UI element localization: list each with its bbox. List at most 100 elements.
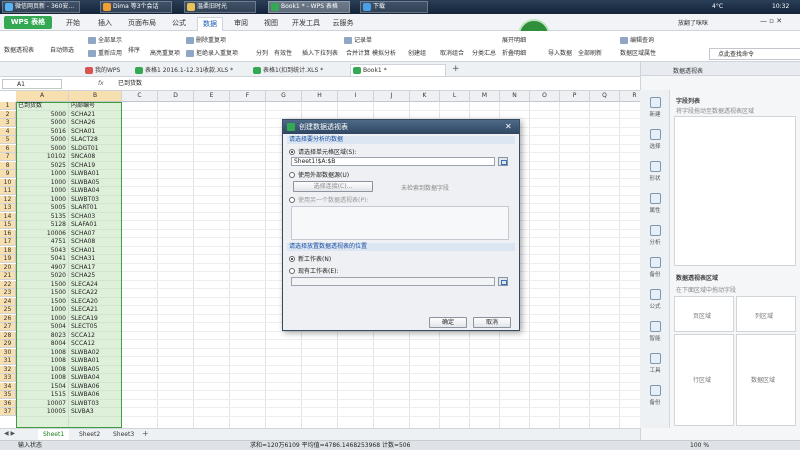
column-header[interactable]: N [500, 91, 530, 102]
cell-b[interactable]: SLWBA04 [71, 374, 121, 382]
row-header[interactable]: 34 [0, 382, 16, 391]
import-data-button[interactable]: 导入数据 [548, 48, 572, 57]
cancel-button[interactable]: 取消 [473, 317, 511, 328]
cell-b[interactable]: SLECA24 [71, 281, 121, 289]
user-name[interactable]: 放翻了咪咪 [678, 18, 708, 27]
row-header[interactable]: 15 [0, 221, 16, 229]
cell-b[interactable]: SCCA12 [71, 340, 121, 348]
text-to-columns-button[interactable]: 分列 [256, 48, 268, 57]
window-controls-icon[interactable]: — ▫ ✕ [760, 17, 782, 25]
field-list-box[interactable] [674, 116, 796, 266]
column-header[interactable]: I [338, 91, 374, 102]
column-header[interactable]: M [470, 91, 500, 102]
sidebar-tool-6[interactable]: 公式 [642, 286, 668, 316]
cell-a[interactable]: 1500 [18, 289, 66, 297]
sheet-tab-2[interactable]: Sheet2 [74, 429, 105, 440]
row-header[interactable]: 4 [0, 127, 16, 136]
sidebar-tool-8[interactable]: 工具 [642, 350, 668, 380]
tab-cloud[interactable]: 云服务 [328, 17, 358, 31]
row-header[interactable]: 11 [0, 187, 16, 195]
what-if-button[interactable]: 模拟分析 [372, 48, 396, 57]
cell-b[interactable]: 内部编号 [71, 102, 121, 110]
sheet-tab-3[interactable]: Sheet3 [108, 429, 139, 440]
cell-b[interactable]: SCCA12 [71, 332, 121, 340]
add-sheet-icon[interactable]: + [142, 429, 149, 438]
cell-b[interactable]: SLECT05 [71, 323, 121, 331]
cell-a[interactable]: 1000 [18, 179, 66, 187]
tab-formulas[interactable]: 公式 [166, 17, 192, 31]
sidebar-tool-7[interactable]: 智能 [642, 318, 668, 348]
cell-a[interactable]: 1000 [18, 315, 66, 323]
column-area[interactable]: 列区域 [736, 296, 796, 332]
column-header[interactable]: F [230, 91, 266, 102]
cell-a[interactable]: 5000 [18, 136, 66, 144]
column-header[interactable]: O [530, 91, 560, 102]
auto-filter-button[interactable]: 自动筛选 [50, 45, 74, 54]
radio-cell-range[interactable]: 请选择单元格区域(S): [289, 147, 357, 156]
column-header[interactable]: B [69, 91, 122, 102]
name-box[interactable]: A1 [2, 79, 62, 89]
cell-a[interactable]: 已到货数 [18, 102, 68, 110]
cell-a[interactable]: 5041 [18, 255, 66, 263]
cell-b[interactable]: SCHA01 [71, 247, 121, 255]
choose-connection-button[interactable]: 选择连接(C)... [293, 181, 373, 192]
row-header[interactable]: 20 [0, 263, 16, 272]
row-header[interactable]: 26 [0, 314, 16, 323]
sidebar-tool-5[interactable]: 备份 [642, 254, 668, 284]
row-header[interactable]: 29 [0, 340, 16, 348]
cell-b[interactable]: SNCA08 [71, 153, 121, 161]
reapply-button[interactable]: 重新应用 [88, 48, 122, 57]
cell-b[interactable]: SLWBA06 [71, 383, 121, 391]
cell-b[interactable]: SLWBA06 [71, 391, 121, 399]
doctab-book1[interactable]: Book1 * [350, 64, 446, 77]
cell-a[interactable]: 5000 [18, 119, 66, 127]
sidebar-tool-4[interactable]: 分析 [642, 222, 668, 252]
cell-a[interactable]: 8004 [18, 340, 66, 348]
column-header[interactable]: H [302, 91, 338, 102]
cell-b[interactable]: SLVBA3 [71, 408, 121, 416]
tab-developer[interactable]: 开发工具 [288, 17, 324, 31]
row-header[interactable]: 18 [0, 246, 16, 255]
show-all-button[interactable]: 全部显示 [88, 35, 122, 44]
cell-a[interactable]: 5135 [18, 213, 66, 221]
tab-data[interactable]: 数据 [197, 17, 223, 31]
range-input[interactable]: Sheet1!$A:$B [291, 157, 495, 166]
cell-b[interactable]: SCHA25 [71, 272, 121, 280]
cell-a[interactable]: 1000 [18, 306, 66, 314]
collapse-detail-button[interactable]: 折叠明细 [502, 48, 526, 57]
row-header[interactable]: 12 [0, 195, 16, 204]
row-header[interactable]: 37 [0, 408, 16, 416]
column-header[interactable]: P [560, 91, 590, 102]
cell-b[interactable]: SLACT28 [71, 136, 121, 144]
cell-b[interactable]: SLWBA01 [71, 170, 121, 178]
cell-a[interactable]: 1504 [18, 383, 66, 391]
column-header[interactable]: G [266, 91, 302, 102]
column-header[interactable]: A [16, 91, 69, 102]
row-header[interactable]: 7 [0, 153, 16, 161]
cell-a[interactable]: 1000 [18, 170, 66, 178]
reject-duplicates-button[interactable]: 拒绝录入重复项 [186, 48, 238, 57]
sidebar-tool-2[interactable]: 形状 [642, 158, 668, 188]
tab-insert[interactable]: 插入 [92, 17, 118, 31]
cell-b[interactable]: SLWBA04 [71, 187, 121, 195]
cell-b[interactable]: SLECA20 [71, 298, 121, 306]
insert-dropdown-button[interactable]: 插入下拉列表 [302, 48, 338, 57]
cell-b[interactable]: SCHA17 [71, 264, 121, 272]
cell-b[interactable]: SCHA21 [71, 111, 121, 119]
sidebar-tool-3[interactable]: 属性 [642, 190, 668, 220]
row-header[interactable]: 5 [0, 136, 16, 144]
cell-a[interactable]: 5020 [18, 272, 66, 280]
taskbar-item-folder[interactable]: 温柔旧时光 [184, 1, 256, 13]
cell-a[interactable]: 5000 [18, 111, 66, 119]
new-tab-icon[interactable]: + [452, 64, 460, 74]
row-header[interactable]: 27 [0, 323, 16, 331]
column-header[interactable]: L [440, 91, 470, 102]
column-header[interactable]: Q [590, 91, 620, 102]
radio-external-source[interactable]: 使用外部数据源(U) [289, 170, 349, 179]
taskbar-item-browser[interactable]: 微信网页新 - 360安... [2, 1, 80, 13]
cell-b[interactable]: SLDGT01 [71, 145, 121, 153]
column-header[interactable]: E [194, 91, 230, 102]
record-form-button[interactable]: 记录单 [344, 35, 372, 44]
ok-button[interactable]: 确定 [429, 317, 467, 328]
cell-a[interactable]: 1500 [18, 281, 66, 289]
